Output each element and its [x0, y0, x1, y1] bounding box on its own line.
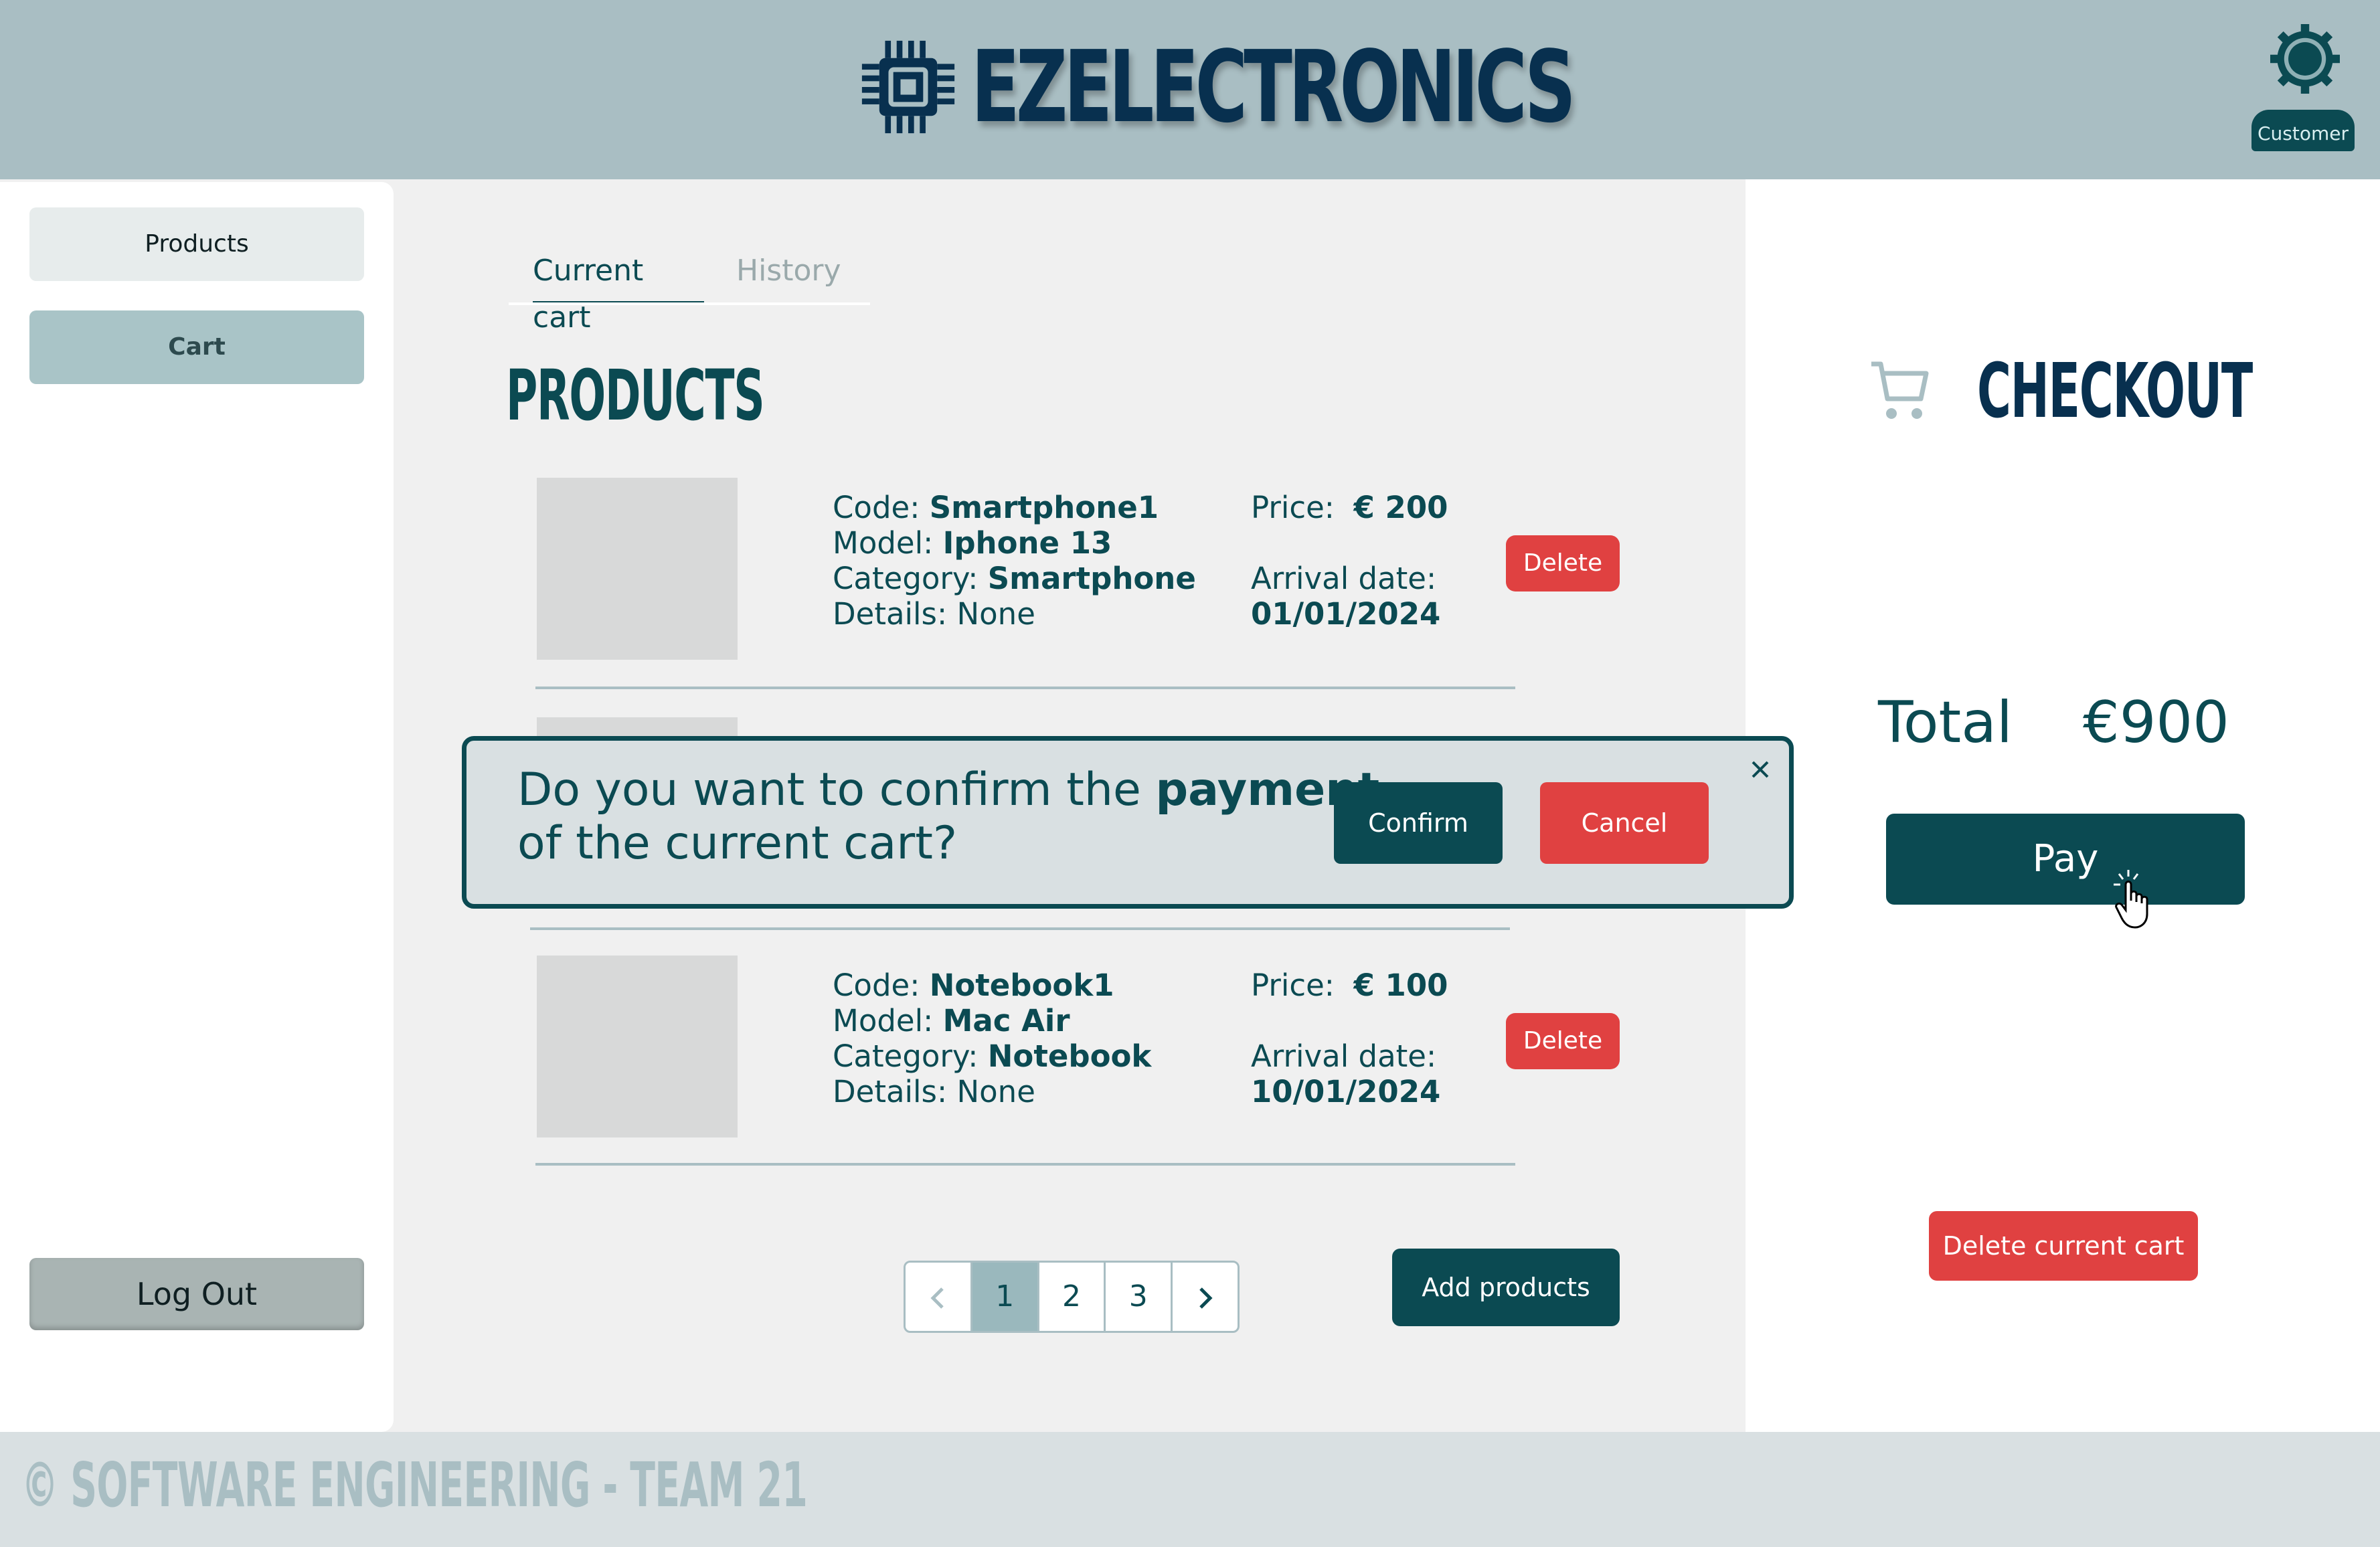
- brand-logo: EZELECTRONICS: [860, 29, 1806, 145]
- confirm-button[interactable]: Confirm: [1334, 782, 1503, 864]
- arrival-label: Arrival date:: [1251, 561, 1437, 596]
- pagination: 1 2 3: [904, 1261, 1240, 1333]
- price-label: Price:: [1251, 968, 1335, 1003]
- product-arrival-date: 01/01/2024: [1251, 596, 1441, 632]
- next-page-button[interactable]: [1173, 1263, 1238, 1331]
- product-info: Code: Smartphone1 Model: Iphone 13 Categ…: [833, 490, 1196, 632]
- user-menu[interactable]: Customer: [2251, 24, 2355, 153]
- prev-page-button[interactable]: [906, 1263, 972, 1331]
- chip-icon: [861, 40, 955, 134]
- close-icon[interactable]: [1749, 758, 1772, 781]
- details-label: Details:: [833, 1074, 948, 1109]
- product-code: Smartphone1: [929, 490, 1159, 525]
- checkout-title: CHECKOUT: [1977, 348, 2253, 435]
- chevron-left-icon: [930, 1287, 944, 1309]
- product-price: € 100: [1353, 968, 1448, 1003]
- product-model: Mac Air: [942, 1003, 1070, 1038]
- page-button[interactable]: 3: [1106, 1263, 1173, 1331]
- price-label: Price:: [1251, 490, 1335, 525]
- model-label: Model:: [833, 525, 934, 561]
- dialog-message: Do you want to confirm the payment of th…: [517, 763, 1379, 871]
- page-title: PRODUCTS: [506, 355, 765, 436]
- hand-cursor-icon: [2114, 870, 2148, 929]
- chevron-right-icon: [1199, 1287, 1213, 1309]
- tab-current-cart[interactable]: Current cart: [533, 248, 704, 335]
- cancel-button[interactable]: Cancel: [1540, 782, 1709, 864]
- confirm-payment-dialog: Do you want to confirm the payment of th…: [462, 736, 1794, 909]
- delete-cart-button[interactable]: Delete current cart: [1929, 1211, 2198, 1281]
- product-image: [537, 478, 738, 660]
- dialog-message-end: of the current cart?: [517, 817, 958, 870]
- code-label: Code:: [833, 968, 920, 1003]
- product-image: [537, 955, 738, 1138]
- tab-underline: [509, 302, 870, 305]
- code-label: Code:: [833, 490, 920, 525]
- divider: [535, 687, 1515, 689]
- user-role-label: Customer: [2251, 110, 2355, 151]
- footer-copyright: © SOFTWARE ENGINEERING - TEAM 21: [21, 1449, 808, 1521]
- total-label: Total: [1878, 689, 2013, 756]
- logout-button[interactable]: Log Out: [29, 1258, 364, 1330]
- details-label: Details:: [833, 596, 948, 632]
- brand-name: EZELECTRONICS: [971, 29, 1576, 145]
- tab-bar: Current cart History: [509, 248, 870, 335]
- pay-button[interactable]: Pay: [1886, 814, 2245, 905]
- product-code: Notebook1: [929, 968, 1114, 1003]
- product-model: Iphone 13: [942, 525, 1112, 561]
- product-category: Smartphone: [987, 561, 1196, 596]
- gear-icon: [2270, 24, 2340, 94]
- category-label: Category:: [833, 1038, 979, 1074]
- sidebar-item-products[interactable]: Products: [29, 207, 364, 281]
- tab-history[interactable]: History: [736, 248, 870, 301]
- add-products-button[interactable]: Add products: [1392, 1249, 1620, 1326]
- divider: [530, 927, 1510, 930]
- product-price-info: Price: € 200 Arrival date: 01/01/2024: [1251, 490, 1448, 632]
- total-value: €900: [2083, 689, 2229, 756]
- category-label: Category:: [833, 561, 979, 596]
- product-price: € 200: [1353, 490, 1448, 525]
- dialog-message-start: Do you want to confirm the: [517, 763, 1156, 816]
- product-category: Notebook: [987, 1038, 1152, 1074]
- delete-product-button[interactable]: Delete: [1506, 535, 1620, 592]
- page-button[interactable]: 1: [972, 1263, 1039, 1331]
- product-details: None: [956, 1074, 1035, 1109]
- divider: [535, 1163, 1515, 1166]
- model-label: Model:: [833, 1003, 934, 1038]
- page-button[interactable]: 2: [1039, 1263, 1106, 1331]
- arrival-label: Arrival date:: [1251, 1038, 1437, 1074]
- cart-icon: [1871, 361, 1929, 419]
- delete-product-button[interactable]: Delete: [1506, 1013, 1620, 1069]
- product-info: Code: Notebook1 Model: Mac Air Category:…: [833, 968, 1151, 1109]
- product-arrival-date: 10/01/2024: [1251, 1074, 1441, 1109]
- sidebar: Products Cart Log Out: [0, 182, 394, 1432]
- product-price-info: Price: € 100 Arrival date: 10/01/2024: [1251, 968, 1448, 1109]
- sidebar-item-cart[interactable]: Cart: [29, 310, 364, 384]
- product-details: None: [956, 596, 1035, 632]
